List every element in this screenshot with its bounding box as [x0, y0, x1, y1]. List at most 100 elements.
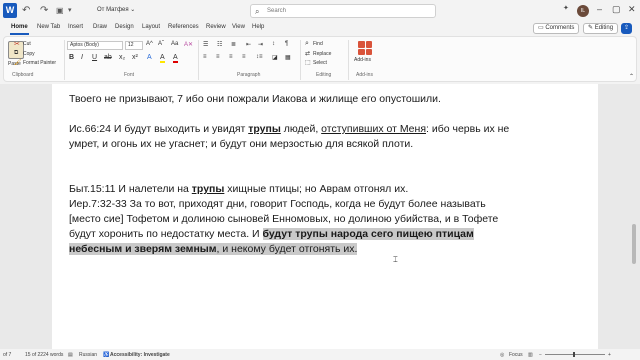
shrink-font-icon[interactable]: Aˇ	[158, 41, 164, 47]
page-count[interactable]: of 7	[3, 352, 11, 358]
doc-line-5[interactable]: Иер.7:32-33 За то вот, приходят дни, гов…	[69, 197, 486, 211]
redo-icon[interactable]: ↷	[40, 5, 48, 17]
cut-button[interactable]: Cut	[23, 41, 31, 47]
share-button[interactable]: ⇪	[621, 23, 633, 34]
zoom-slider[interactable]	[545, 354, 605, 355]
text-effects-button[interactable]: A	[147, 54, 152, 61]
proofing-icon[interactable]: ▤	[68, 352, 73, 358]
selected-bold-text: будут трупы народа сего пищею птицам	[262, 228, 474, 240]
word-app-icon: W	[3, 3, 17, 18]
undo-icon[interactable]: ↶	[22, 5, 30, 17]
doc-line-4[interactable]: Быт.15:11 И налетели на трупы хищные пти…	[69, 182, 408, 196]
customize-toolbar-icon[interactable]: ▾	[68, 5, 72, 17]
underline-button[interactable]: U	[92, 54, 97, 61]
save-icon[interactable]: ▣	[56, 5, 64, 17]
text-run: Быт.15:11 И налетели на	[69, 183, 192, 195]
sort-icon[interactable]: ↕	[272, 41, 275, 47]
highlight-button[interactable]: A	[160, 54, 165, 63]
subscript-button[interactable]: x₂	[119, 54, 125, 61]
grow-font-icon[interactable]: A^	[146, 41, 153, 47]
format-painter-icon: 🖌	[14, 60, 22, 66]
numbering-icon[interactable]: ☷	[217, 41, 222, 48]
align-left-icon[interactable]: ≡	[203, 54, 207, 60]
doc-line-7[interactable]: будут хоронить по недостатку места. И бу…	[69, 227, 474, 241]
text-cursor-icon: ⌶	[393, 255, 398, 264]
borders-icon[interactable]: ▦	[285, 54, 291, 61]
align-right-icon[interactable]: ≡	[229, 54, 233, 60]
find-button[interactable]: Find	[313, 41, 323, 47]
addins-icon[interactable]	[358, 41, 372, 55]
vertical-scrollbar[interactable]	[631, 84, 637, 349]
tab-draw[interactable]: Draw	[93, 24, 107, 30]
show-marks-icon[interactable]: ¶	[285, 41, 288, 47]
replace-button[interactable]: Replace	[313, 51, 331, 57]
doc-line-3[interactable]: умрет, и огонь их не угаснет; и будут он…	[69, 137, 413, 151]
ribbon-divider	[64, 40, 65, 80]
bold-underlined-word: трупы	[191, 183, 225, 195]
superscript-button[interactable]: x²	[132, 54, 138, 61]
minimize-icon[interactable]: –	[597, 4, 602, 14]
line-spacing-icon[interactable]: ↕≡	[256, 54, 263, 60]
increase-indent-icon[interactable]: ⇥	[258, 41, 263, 48]
decrease-indent-icon[interactable]: ⇤	[246, 41, 251, 48]
tab-home[interactable]: Home	[11, 24, 28, 30]
document-name[interactable]: От Матфея ⌄	[97, 6, 135, 13]
selected-bold-text: небесным и зверям земным	[69, 243, 217, 255]
tab-help[interactable]: Help	[252, 24, 264, 30]
maximize-icon[interactable]: ▢	[612, 4, 621, 15]
tab-new-tab[interactable]: New Tab	[37, 24, 60, 30]
print-layout-icon[interactable]: ▥	[528, 352, 533, 358]
italic-button[interactable]: I	[81, 54, 83, 61]
font-size-select[interactable]: 12	[125, 41, 143, 50]
tab-design[interactable]: Design	[115, 24, 134, 30]
ribbon-divider	[300, 40, 301, 80]
close-icon[interactable]: ✕	[628, 4, 636, 15]
addins-button[interactable]: Add-ins	[354, 57, 371, 63]
multilevel-list-icon[interactable]: ≣	[231, 41, 236, 48]
tab-review[interactable]: Review	[206, 24, 226, 30]
bold-underlined-word: трупы	[248, 123, 281, 135]
editing-mode-button[interactable]: ✎ Editing	[583, 23, 619, 34]
bold-button[interactable]: B	[69, 54, 74, 61]
doc-line-1[interactable]: Твоего не призывают, 7 ибо они пожрали И…	[69, 92, 441, 106]
bullets-icon[interactable]: ☰	[203, 41, 208, 48]
tab-references[interactable]: References	[168, 24, 199, 30]
copilot-icon[interactable]: ✦	[563, 4, 569, 12]
text-run: : ибо червь их не	[426, 123, 510, 135]
scroll-thumb[interactable]	[632, 224, 636, 264]
align-center-icon[interactable]: ≡	[216, 54, 220, 60]
search-box[interactable]: ⌕ Search	[250, 4, 436, 18]
accessibility-status[interactable]: Accessibility: Investigate	[110, 352, 170, 358]
language-indicator[interactable]: Russian	[79, 352, 97, 358]
addins-group-label: Add-ins	[356, 72, 373, 78]
text-run: Ис.66:24 И будут выходить и увидят	[69, 123, 249, 135]
doc-line-8[interactable]: небесным и зверям земным, и некому будет…	[69, 242, 358, 256]
collapse-ribbon-icon[interactable]: ⌃	[629, 73, 634, 80]
change-case-icon[interactable]: Aa	[171, 41, 178, 47]
tab-insert[interactable]: Insert	[68, 24, 83, 30]
font-name-select[interactable]: Aptos (Body)	[67, 41, 123, 50]
copy-button[interactable]: Copy	[23, 51, 35, 57]
editing-group-label: Editing	[316, 72, 332, 78]
word-count[interactable]: 15 of 2224 words	[25, 352, 63, 358]
zoom-in-icon[interactable]: +	[608, 352, 611, 358]
zoom-slider-handle[interactable]	[573, 352, 575, 357]
zoom-out-icon[interactable]: −	[539, 352, 542, 358]
doc-line-6[interactable]: [место сие] Тофетом и долиною сыновей Ен…	[69, 212, 498, 226]
strikethrough-button[interactable]: ab	[104, 54, 112, 61]
comments-button[interactable]: ▭ Comments	[533, 23, 580, 34]
justify-icon[interactable]: ≡	[242, 54, 246, 60]
status-bar: of 7 15 of 2224 words ▤ Russian ♿ Access…	[0, 349, 640, 360]
doc-line-2[interactable]: Ис.66:24 И будут выходить и увидят трупы…	[69, 122, 509, 136]
format-painter-button[interactable]: Format Painter	[23, 60, 56, 66]
tab-layout[interactable]: Layout	[142, 24, 160, 30]
ribbon-divider	[348, 40, 349, 80]
clear-formatting-icon[interactable]: A✕	[184, 41, 193, 48]
focus-mode-button[interactable]: Focus	[509, 352, 523, 358]
tab-view[interactable]: View	[232, 24, 245, 30]
search-placeholder: Search	[267, 8, 287, 14]
font-color-button[interactable]: A	[173, 54, 178, 63]
shading-icon[interactable]: ◪	[272, 54, 278, 61]
select-button[interactable]: Select	[313, 60, 327, 66]
avatar[interactable]: IL	[577, 5, 589, 17]
